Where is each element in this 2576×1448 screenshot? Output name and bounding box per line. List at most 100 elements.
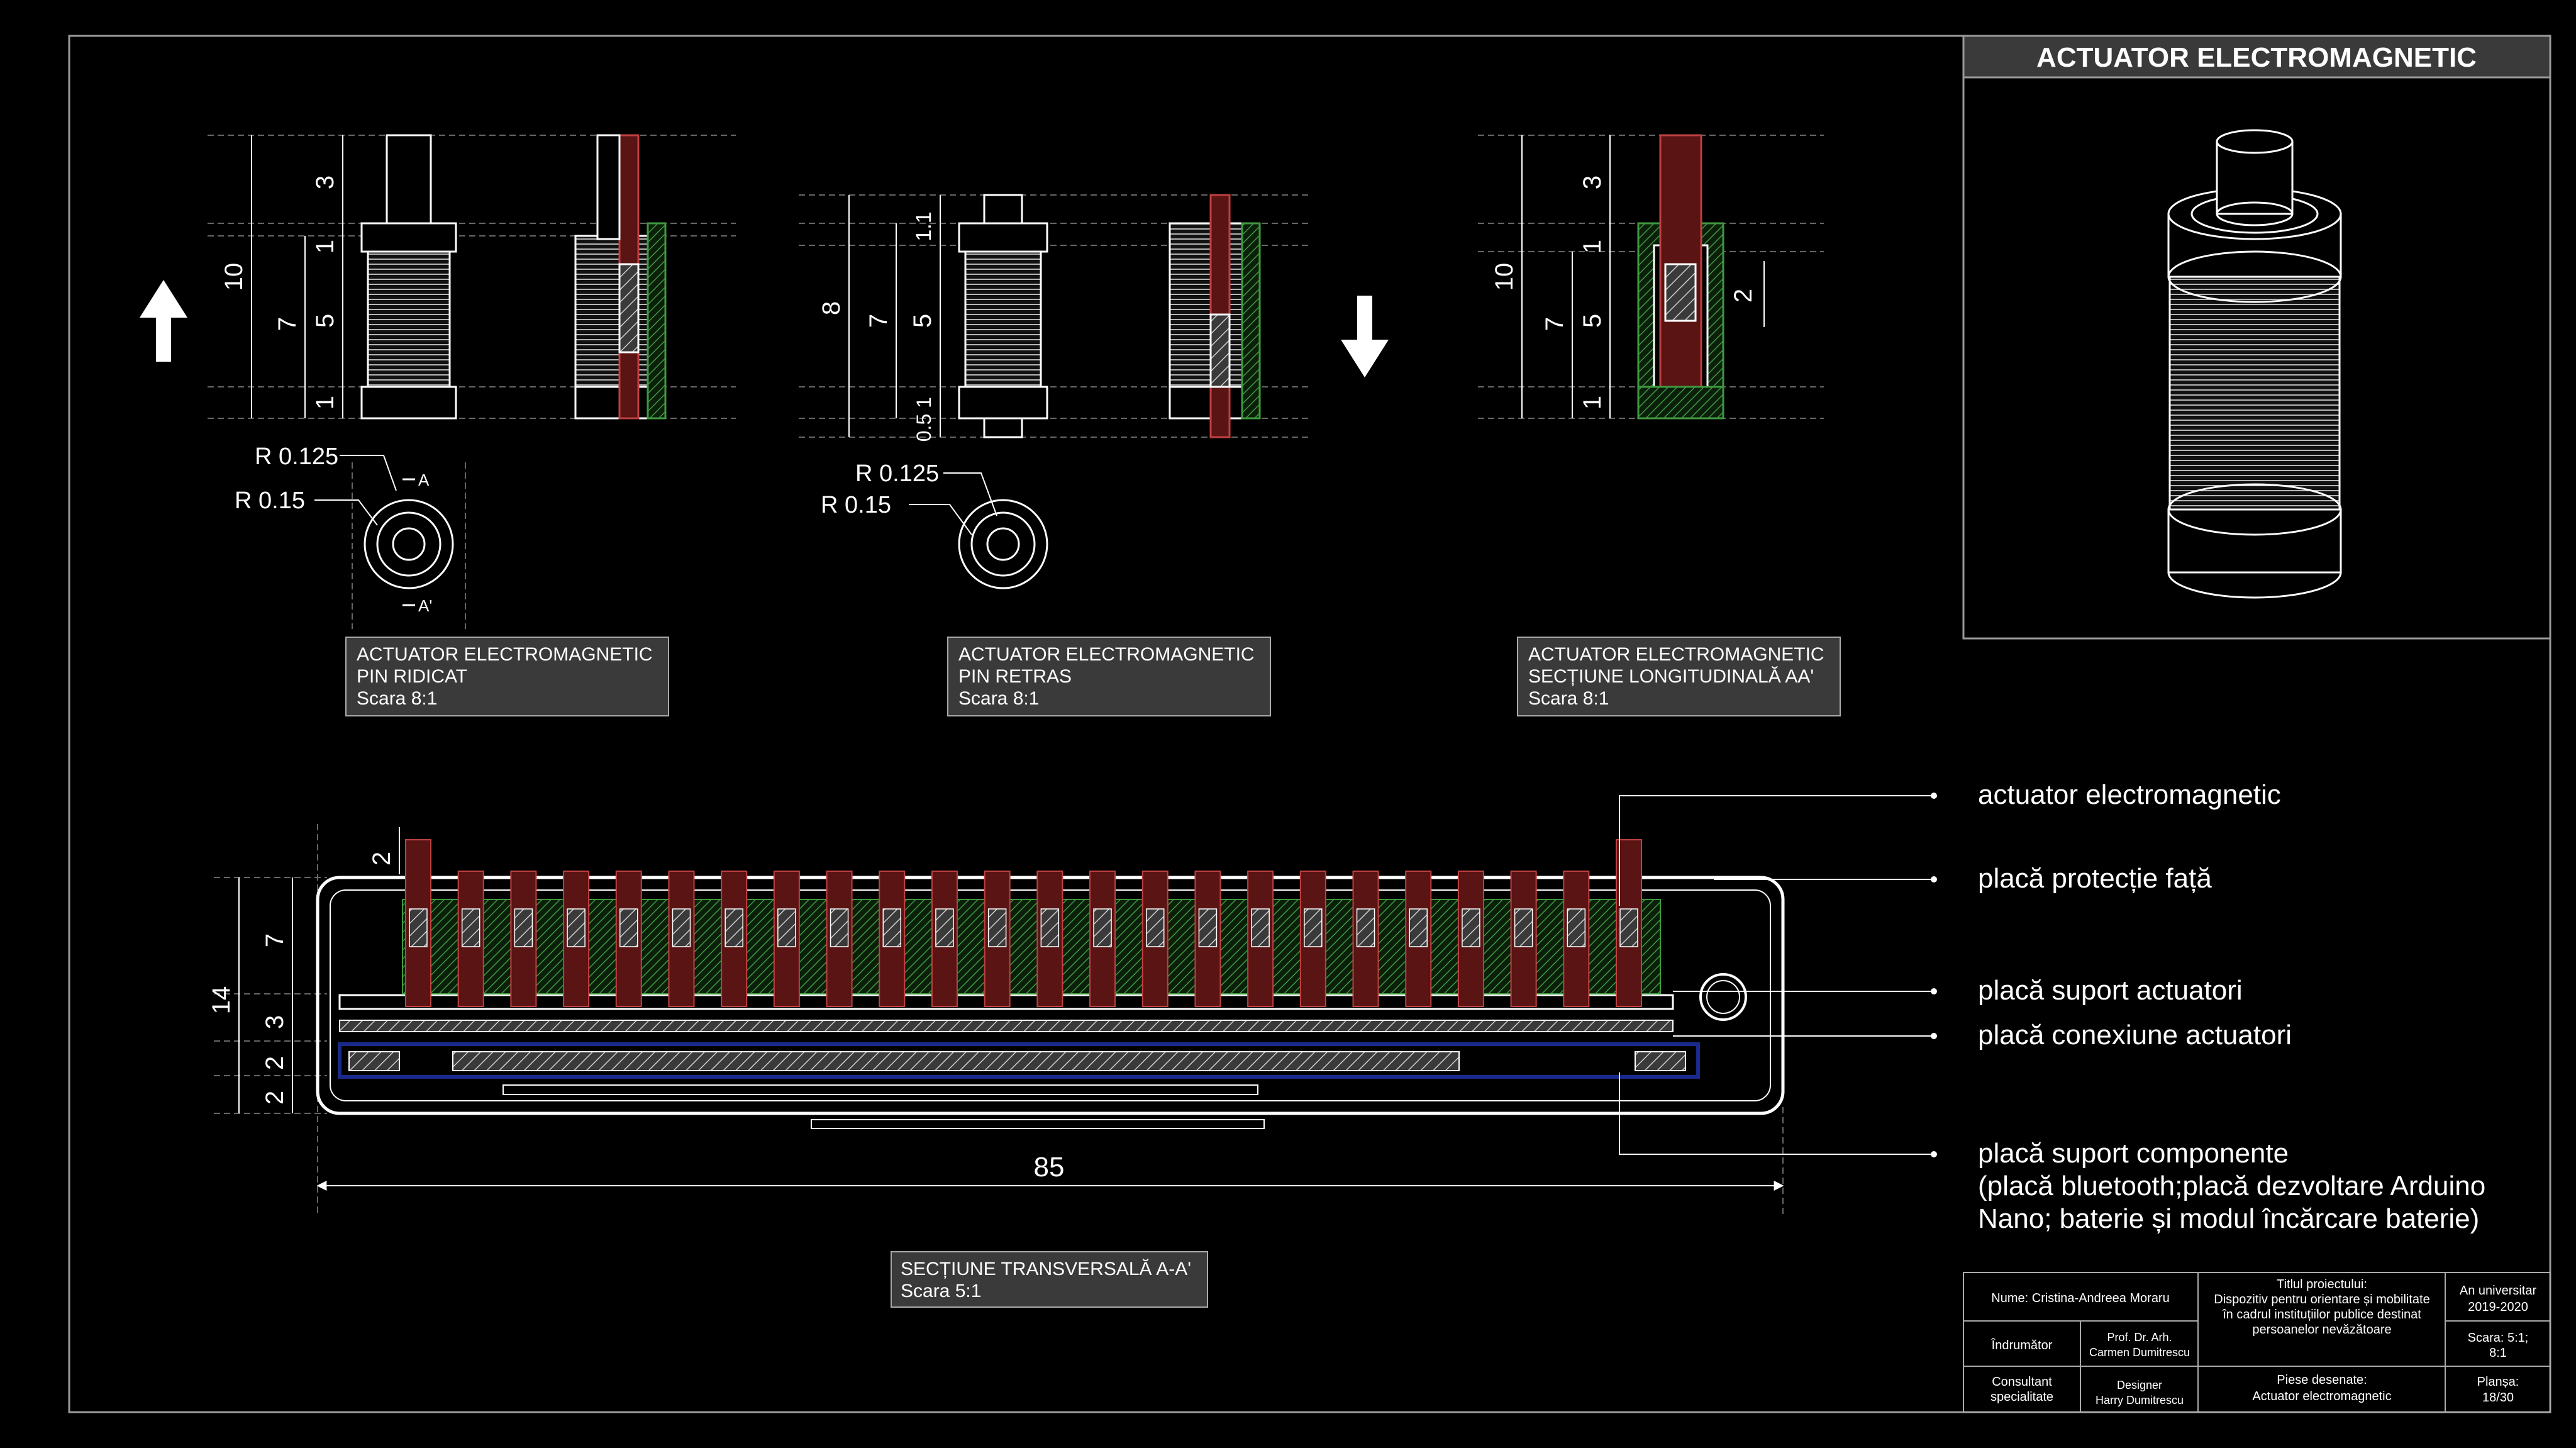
svg-text:Piese desenate:: Piese desenate: [2277,1373,2367,1387]
svg-text:Scara 8:1: Scara 8:1 [357,688,437,709]
actuator-core [724,908,743,947]
actuator-longitudinal-section [1637,134,1724,420]
actuator-core [567,908,586,947]
svg-text:persoanelor nevăzătoare: persoanelor nevăzătoare [2252,1323,2391,1337]
actuator-half-section [574,134,667,420]
svg-text:Dispozitiv pentru orientare și: Dispozitiv pentru orientare și mobilitat… [2214,1293,2430,1306]
legend-item: placă conexiune actuatori [1978,1020,2292,1050]
actuator-half-section [1169,194,1261,438]
drawing-sheet: ACTUATOR ELECTROMAGNETIC 10 7 3 1 5 1 R … [68,35,2551,1413]
svg-text:10: 10 [220,263,248,291]
actuator-unit [1457,871,1484,1007]
actuator-unit [563,871,590,1007]
title-block-text: Nume: Cristina-Andreea Moraru Titlul pro… [1990,1278,2537,1406]
actuator-unit [1089,871,1116,1007]
svg-text:An universitar: An universitar [2460,1284,2537,1298]
svg-text:SECȚIUNE LONGITUDINALĂ AA': SECȚIUNE LONGITUDINALĂ AA' [1528,666,1814,687]
svg-text:1: 1 [1579,240,1606,253]
actuator-core [1356,908,1375,947]
svg-text:Harry Dumitrescu: Harry Dumitrescu [2096,1394,2184,1406]
svg-text:Îndrumător: Îndrumător [1991,1338,2053,1352]
plate-actuator-connection [339,1020,1674,1032]
actuator-core [1304,908,1323,947]
actuator-unit [510,871,537,1007]
actuator-3d-illustration [2167,129,2342,599]
svg-text:Scara: 5:1;: Scara: 5:1; [2468,1331,2529,1345]
actuator-unit [1141,871,1169,1007]
legend-item: (placă bluetooth;placă dezvoltare Arduin… [1978,1171,2485,1201]
svg-text:14: 14 [208,986,235,1015]
actuator-core [935,908,954,947]
actuator-unit [1247,871,1274,1007]
actuator-top-view [314,455,466,629]
actuator-core [409,908,428,947]
svg-text:5: 5 [909,314,936,328]
caption-pin-up: ACTUATOR ELECTROMAGNETIC PIN RIDICAT Sca… [345,637,669,716]
svg-text:18/30: 18/30 [2482,1391,2514,1405]
svg-text:2019-2020: 2019-2020 [2468,1300,2528,1314]
actuator-unit [1194,871,1221,1007]
svg-text:ACTUATOR ELECTROMAGNETIC: ACTUATOR ELECTROMAGNETIC [958,644,1255,665]
svg-text:Nume: Cristina-Andreea Moraru: Nume: Cristina-Andreea Moraru [1991,1291,2169,1305]
view-pin-down: 8 7 1.1 5 0.5 1 R 0.125 R 0.15 ACTUATOR … [799,194,1389,716]
svg-text:3: 3 [311,175,339,189]
actuator-core [672,908,691,947]
svg-text:PIN RETRAS: PIN RETRAS [958,666,1072,687]
svg-text:2: 2 [1729,289,1757,303]
caption-pin-down: ACTUATOR ELECTROMAGNETIC PIN RETRAS Scar… [947,637,1271,716]
actuator-unit [1299,871,1326,1007]
svg-text:R 0.125: R 0.125 [255,443,338,470]
actuator-core [1462,908,1480,947]
svg-text:3: 3 [1579,175,1606,189]
actuator-core [1567,908,1586,947]
actuator-core [1409,908,1428,947]
actuator-unit [457,871,484,1007]
legend-item: placă protecție față [1978,863,2212,894]
actuator-unit [1510,871,1537,1007]
actuator-core [619,908,638,947]
actuator-core [514,908,533,947]
actuator-unit [826,871,853,1007]
actuator-unit [773,871,800,1007]
svg-text:1: 1 [311,240,339,253]
svg-text:85: 85 [1034,1152,1065,1183]
actuator-core [1619,908,1638,947]
arrow-down-icon [1341,296,1389,377]
actuator-core [461,908,480,947]
actuator-core [830,908,849,947]
svg-text:2: 2 [261,1091,289,1105]
panel-3d-render: ACTUATOR ELECTROMAGNETIC [1962,35,2551,640]
svg-text:A': A' [418,596,432,615]
actuator-unit [405,839,431,1007]
svg-text:în cadrul instituțiilor public: în cadrul instituțiilor publice destinat [2222,1308,2421,1322]
actuator-unit [931,871,958,1007]
legend: actuator electromagnetic placă protecție… [1978,779,2485,1234]
svg-text:Planșa:: Planșa: [2477,1375,2519,1389]
svg-text:7: 7 [274,317,301,331]
arrow-up-icon [140,280,187,362]
svg-text:A: A [418,471,430,489]
svg-text:specialitate: specialitate [1990,1390,2053,1404]
svg-text:1.1: 1.1 [912,211,936,241]
svg-text:ACTUATOR ELECTROMAGNETIC: ACTUATOR ELECTROMAGNETIC [357,644,653,665]
legend-item: actuator electromagnetic [1978,779,2281,810]
actuator-core [1093,908,1112,947]
actuator-unit [1563,871,1590,1007]
svg-text:3: 3 [261,1015,289,1029]
view-pin-up: 10 7 3 1 5 1 R 0.125 R 0.15 A A' ACTUATO… [140,134,736,716]
actuator-core [1040,908,1060,947]
actuator-core [777,908,796,947]
svg-text:2: 2 [261,1056,289,1070]
actuator-core [1198,908,1218,947]
svg-text:8:1: 8:1 [2489,1346,2507,1360]
svg-text:Scara 8:1: Scara 8:1 [1528,688,1609,709]
svg-text:1: 1 [311,396,339,409]
svg-text:R 0.15: R 0.15 [821,492,891,518]
svg-text:5: 5 [1579,314,1606,328]
actuator-unit [721,871,748,1007]
svg-text:7: 7 [865,314,892,328]
svg-text:Carmen Dumitrescu: Carmen Dumitrescu [2089,1346,2190,1359]
actuator-unit [1036,871,1063,1007]
actuator-core [987,908,1007,947]
svg-text:ACTUATOR ELECTROMAGNETIC: ACTUATOR ELECTROMAGNETIC [1528,644,1824,665]
